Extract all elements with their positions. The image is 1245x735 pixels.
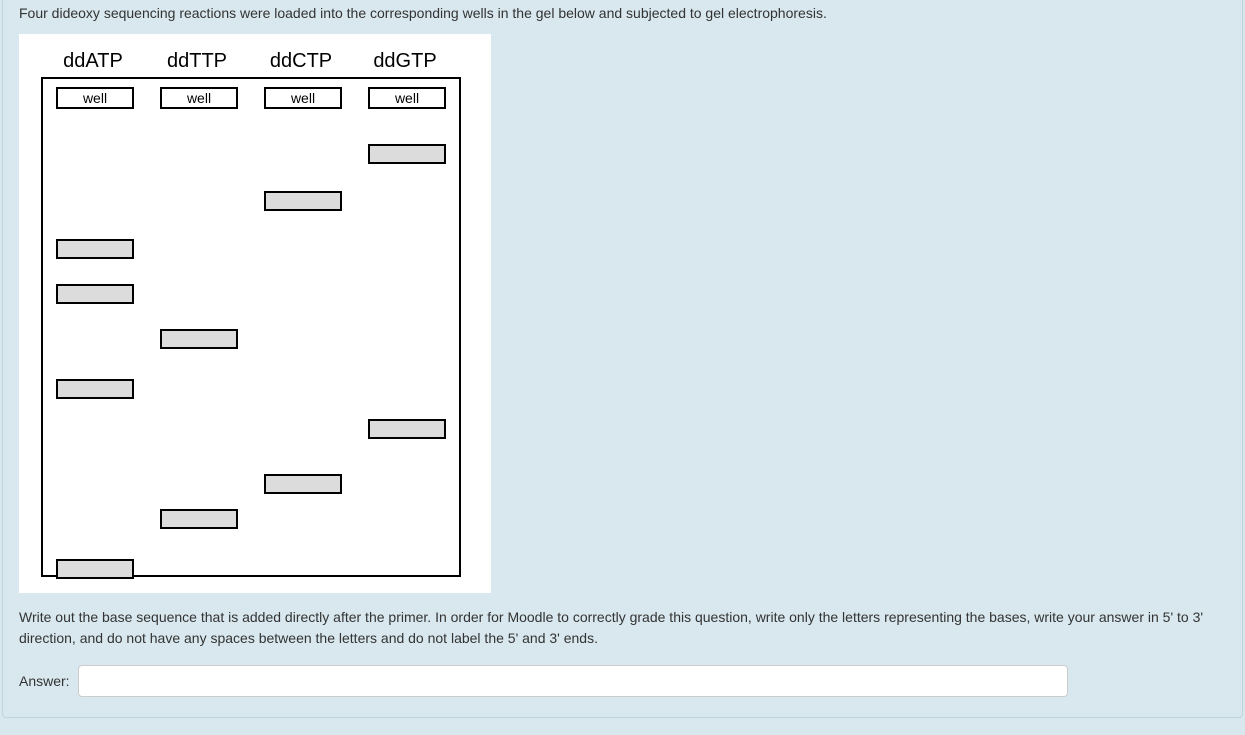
question-intro-text: Four dideoxy sequencing reactions were l… bbox=[19, 4, 1226, 24]
gel-band bbox=[368, 419, 446, 439]
answer-label: Answer: bbox=[19, 673, 70, 689]
lane-headers: ddATP ddTTP ddCTP ddGTP bbox=[35, 50, 475, 73]
lane-header-0: ddATP bbox=[47, 50, 139, 73]
gel-box: well well well well bbox=[41, 77, 461, 577]
lane-header-1: ddTTP bbox=[151, 50, 243, 73]
gel-lane-ddatp: well bbox=[43, 79, 147, 575]
question-instructions: Write out the base sequence that is adde… bbox=[19, 607, 1226, 649]
well-ddgtp: well bbox=[368, 87, 446, 109]
gel-band bbox=[264, 474, 342, 494]
well-ddctp: well bbox=[264, 87, 342, 109]
gel-band bbox=[56, 284, 134, 304]
gel-band bbox=[264, 191, 342, 211]
gel-lane-ddctp: well bbox=[251, 79, 355, 575]
gel-band bbox=[160, 509, 238, 529]
gel-lane-ddttp: well bbox=[147, 79, 251, 575]
gel-band bbox=[160, 329, 238, 349]
answer-input[interactable] bbox=[78, 665, 1068, 697]
answer-row: Answer: bbox=[19, 665, 1226, 697]
gel-band bbox=[56, 559, 134, 579]
lane-header-3: ddGTP bbox=[359, 50, 451, 73]
lane-header-2: ddCTP bbox=[255, 50, 347, 73]
gel-band bbox=[56, 239, 134, 259]
gel-lane-ddgtp: well bbox=[355, 79, 459, 575]
gel-band bbox=[368, 144, 446, 164]
question-container: Four dideoxy sequencing reactions were l… bbox=[2, 0, 1243, 718]
gel-diagram-wrapper: ddATP ddTTP ddCTP ddGTP well well well w… bbox=[19, 34, 491, 593]
well-ddatp: well bbox=[56, 87, 134, 109]
well-ddttp: well bbox=[160, 87, 238, 109]
gel-area: ddATP ddTTP ddCTP ddGTP well well well w… bbox=[35, 50, 475, 577]
gel-band bbox=[56, 379, 134, 399]
